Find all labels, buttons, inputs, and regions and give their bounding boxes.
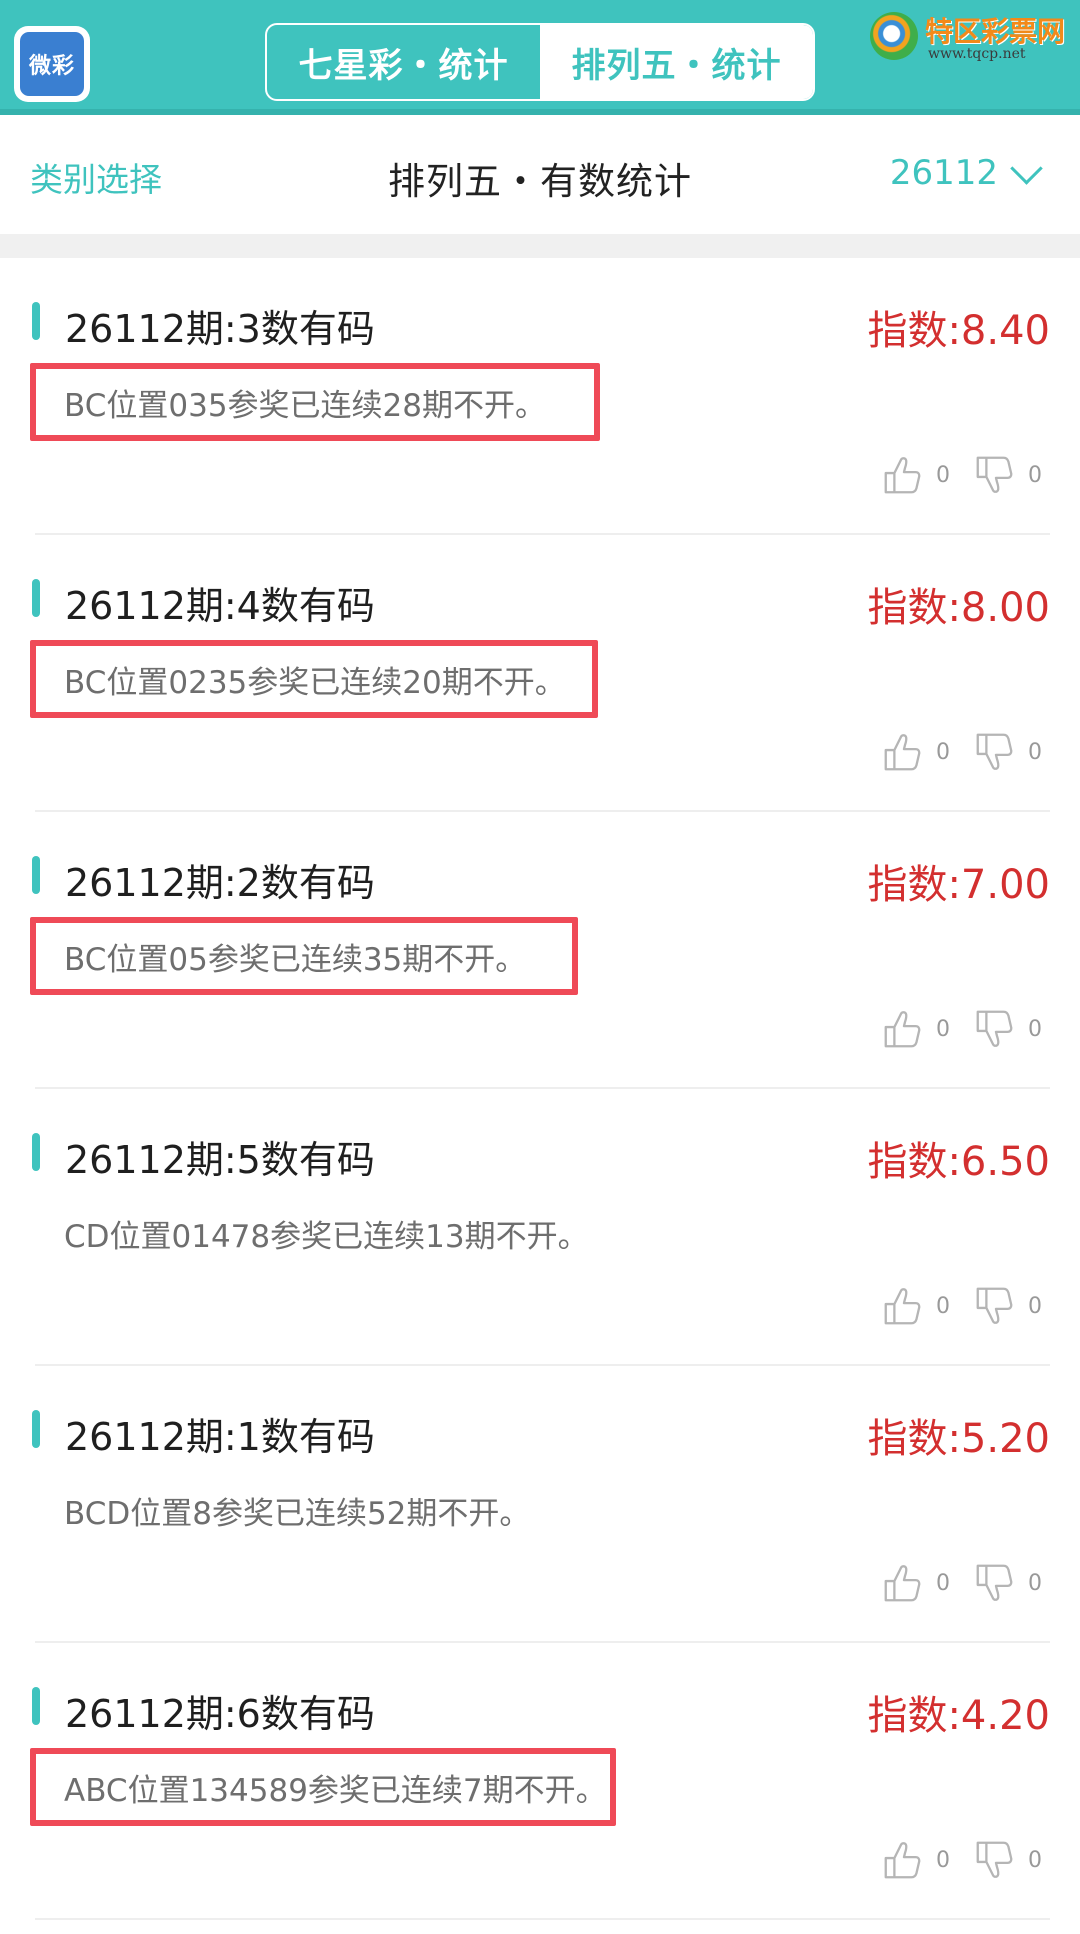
dislike-count: 0: [1028, 462, 1042, 488]
thumbs-up-icon: [880, 1006, 926, 1052]
stat-card[interactable]: 26112期:4数有码 指数:8.00 BC位置0235参奖已连续20期不开。 0 0: [0, 535, 1080, 812]
card-description: CD位置01478参奖已连续13期不开。: [64, 1219, 589, 1255]
dislike-button[interactable]: 0: [972, 1283, 1042, 1329]
thumbs-up-icon: [880, 1837, 926, 1883]
watermark-url: www.tqcp.net: [928, 46, 1026, 62]
vote-group: 00: [858, 1283, 1042, 1329]
thumbs-up-icon: [880, 729, 926, 775]
like-count: 0: [936, 1016, 950, 1042]
like-count: 0: [936, 1847, 950, 1873]
card-description: BCD位置8参奖已连续52期不开。: [64, 1496, 531, 1532]
card-title: 26112期:5数有码: [65, 1138, 375, 1182]
dislike-count: 0: [1028, 1570, 1042, 1596]
thumbs-down-icon: [972, 729, 1018, 775]
like-button[interactable]: 0: [880, 729, 950, 775]
section-divider: [0, 234, 1080, 258]
stats-list: 26112期:3数有码 指数:8.40 BC位置035参奖已连续28期不开。 0 0 26…: [0, 258, 1080, 1920]
card-index-value: 指数:7.00: [867, 862, 1050, 908]
accent-bar: [32, 302, 40, 340]
tab-qixingcai-stats[interactable]: 七星彩・统计: [267, 25, 540, 99]
dislike-count: 0: [1028, 1016, 1042, 1042]
vote-group: 00: [858, 1560, 1042, 1606]
dislike-count: 0: [1028, 739, 1042, 765]
lottery-tab-switch: 七星彩・统计 排列五・统计: [265, 23, 815, 101]
app-logo[interactable]: 微彩: [14, 26, 90, 102]
accent-bar: [32, 1410, 40, 1448]
thumbs-up-icon: [880, 452, 926, 498]
accent-bar: [32, 1133, 40, 1171]
tab-pailiewu-stats[interactable]: 排列五・统计: [540, 25, 813, 99]
app-logo-text: 微彩: [20, 32, 84, 96]
card-index-value: 指数:5.20: [867, 1416, 1050, 1462]
accent-bar: [32, 579, 40, 617]
sub-header: 类别选择 排列五・有数统计 26112: [0, 121, 1080, 234]
card-title: 26112期:1数有码: [65, 1415, 375, 1459]
thumbs-down-icon: [972, 1006, 1018, 1052]
like-button[interactable]: 0: [880, 1837, 950, 1883]
card-title: 26112期:2数有码: [65, 861, 375, 905]
period-dropdown[interactable]: 26112: [890, 153, 1040, 193]
vote-group: 00: [858, 1837, 1042, 1883]
card-index-value: 指数:4.20: [867, 1693, 1050, 1739]
dislike-count: 0: [1028, 1293, 1042, 1319]
card-title: 26112期:3数有码: [65, 307, 375, 351]
thumbs-up-icon: [880, 1560, 926, 1606]
highlight-annotation-box: [30, 363, 600, 441]
dislike-button[interactable]: 0: [972, 1006, 1042, 1052]
stat-card[interactable]: 26112期:5数有码 指数:6.50 CD位置01478参奖已连续13期不开。 0 0: [0, 1089, 1080, 1366]
dislike-button[interactable]: 0: [972, 1837, 1042, 1883]
card-title: 26112期:4数有码: [65, 584, 375, 628]
stat-card[interactable]: 26112期:3数有码 指数:8.40 BC位置035参奖已连续28期不开。 0 0: [0, 258, 1080, 535]
card-index-value: 指数:6.50: [867, 1139, 1050, 1185]
dislike-count: 0: [1028, 1847, 1042, 1873]
like-button[interactable]: 0: [880, 1283, 950, 1329]
period-value: 26112: [889, 153, 998, 193]
watermark-title: 特区彩票网: [925, 15, 1066, 48]
card-index-value: 指数:8.00: [867, 585, 1050, 631]
vote-group: 00: [858, 729, 1042, 775]
vote-group: 00: [858, 452, 1042, 498]
accent-bar: [32, 856, 40, 894]
like-button[interactable]: 0: [880, 1006, 950, 1052]
watermark: 特区彩票网 www.tqcp.net: [870, 8, 1070, 68]
like-count: 0: [936, 462, 950, 488]
like-count: 0: [936, 1293, 950, 1319]
dislike-button[interactable]: 0: [972, 452, 1042, 498]
highlight-annotation-box: [30, 917, 578, 995]
stat-card[interactable]: 26112期:6数有码 指数:4.20 ABC位置134589参奖已连续7期不开。 0…: [0, 1643, 1080, 1920]
thumbs-up-icon: [880, 1283, 926, 1329]
thumbs-down-icon: [972, 1283, 1018, 1329]
thumbs-down-icon: [972, 452, 1018, 498]
like-count: 0: [936, 1570, 950, 1596]
stat-card[interactable]: 26112期:1数有码 指数:5.20 BCD位置8参奖已连续52期不开。 0 0: [0, 1366, 1080, 1643]
chevron-down-icon: [1012, 159, 1040, 187]
dislike-button[interactable]: 0: [972, 1560, 1042, 1606]
thumbs-down-icon: [972, 1560, 1018, 1606]
thumbs-down-icon: [972, 1837, 1018, 1883]
stat-card[interactable]: 26112期:2数有码 指数:7.00 BC位置05参奖已连续35期不开。 0 0: [0, 812, 1080, 1089]
accent-bar: [32, 1687, 40, 1725]
like-button[interactable]: 0: [880, 1560, 950, 1606]
vote-group: 00: [858, 1006, 1042, 1052]
like-count: 0: [936, 739, 950, 765]
watermark-logo-icon: [870, 12, 918, 60]
highlight-annotation-box: [30, 640, 598, 718]
card-index-value: 指数:8.40: [867, 308, 1050, 354]
top-header: 微彩 七星彩・统计 排列五・统计 特区彩票网 www.tqcp.net: [0, 0, 1080, 115]
card-divider: [35, 1918, 1050, 1920]
like-button[interactable]: 0: [880, 452, 950, 498]
card-title: 26112期:6数有码: [65, 1692, 375, 1736]
dislike-button[interactable]: 0: [972, 729, 1042, 775]
highlight-annotation-box: [30, 1748, 616, 1826]
